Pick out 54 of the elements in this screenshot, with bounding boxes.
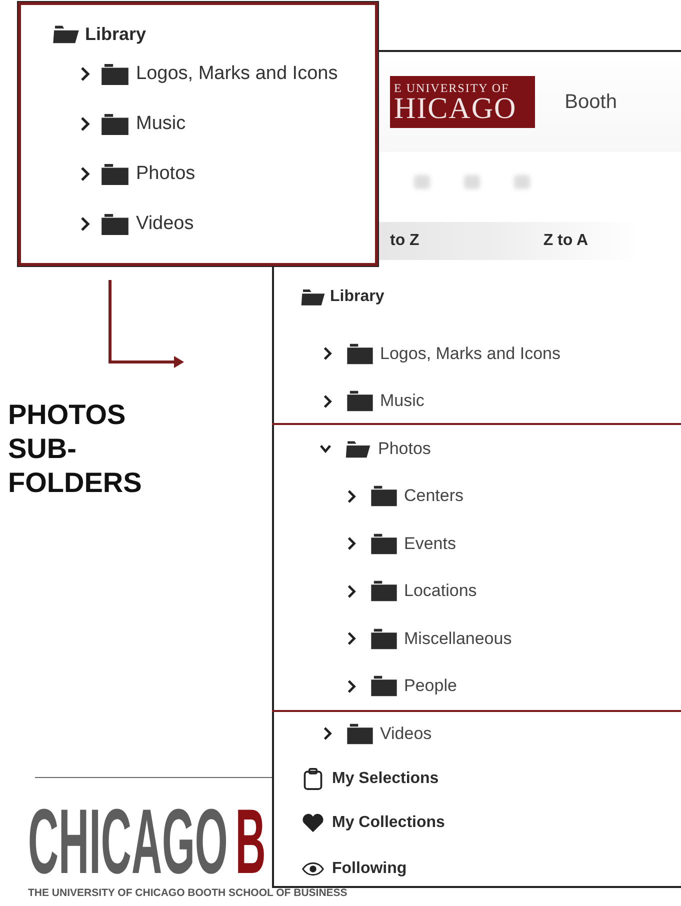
folder-label[interactable]: Videos xyxy=(380,724,432,744)
folder-icon xyxy=(101,112,129,136)
folder-label[interactable]: Library xyxy=(85,24,146,44)
open-folder-icon xyxy=(51,23,81,45)
folder-label[interactable]: Centers xyxy=(404,486,464,506)
folder-label[interactable]: Photos xyxy=(136,163,196,185)
folder-icon xyxy=(347,390,373,412)
logo: E UNIVERSITY OF HICAGO xyxy=(390,76,535,128)
folder-icon xyxy=(371,485,397,508)
chevron-right-icon[interactable] xyxy=(346,631,357,646)
chevron-right-icon[interactable] xyxy=(79,116,91,132)
chevron-right-icon[interactable] xyxy=(322,346,333,362)
wordmark-accent: B xyxy=(235,800,266,884)
folder-label[interactable]: Events xyxy=(404,534,456,554)
chevron-right-icon[interactable] xyxy=(346,584,357,599)
folder-label[interactable]: Music xyxy=(380,391,424,412)
chevron-right-icon[interactable] xyxy=(322,394,333,409)
menu-item[interactable]: My Collections xyxy=(332,814,445,832)
folder-label[interactable]: Locations xyxy=(404,581,477,602)
chevron-right-icon[interactable] xyxy=(346,678,357,694)
folder-icon xyxy=(371,628,397,650)
wordmark: CHICAGO xyxy=(28,800,228,884)
open-folder-icon xyxy=(300,287,326,307)
folder-label[interactable]: Logos, Marks and Icons xyxy=(136,63,338,85)
chevron-right-icon[interactable] xyxy=(79,66,91,82)
sort-option[interactable]: to Z xyxy=(390,232,420,250)
menu-item[interactable]: My Selections xyxy=(332,770,439,788)
heart-icon xyxy=(302,812,324,834)
chevron-right-icon[interactable] xyxy=(346,536,357,552)
clipboard-icon xyxy=(302,768,324,790)
folder-label[interactable]: Miscellaneous xyxy=(404,628,512,649)
chevron-right-icon[interactable] xyxy=(346,488,357,504)
chevron-right-icon[interactable] xyxy=(79,216,91,232)
brand-name: Booth xyxy=(564,90,617,114)
folder-label[interactable]: Music xyxy=(136,113,186,135)
tagline: THE UNIVERSITY OF CHICAGO BOOTH SCHOOL OF BUSINESS xyxy=(28,887,348,899)
folder-label[interactable]: Videos xyxy=(136,213,194,235)
folder-icon xyxy=(101,212,129,236)
sort-option[interactable]: Z to A xyxy=(543,232,588,250)
folder-label[interactable]: People xyxy=(404,676,457,696)
folder-icon xyxy=(101,162,129,186)
folder-label[interactable]: Library xyxy=(330,288,384,306)
menu-item[interactable]: Following xyxy=(332,860,407,878)
folder-icon xyxy=(101,62,129,86)
folder-icon xyxy=(347,722,373,745)
folder-icon xyxy=(371,675,397,698)
folder-label[interactable]: Photos xyxy=(378,438,431,459)
chevron-right-icon[interactable] xyxy=(322,726,333,742)
caption: PHOTOS SUB-FOLDERS xyxy=(8,398,143,500)
chevron-right-icon[interactable] xyxy=(79,166,91,182)
folder-icon xyxy=(371,532,397,555)
folder-label[interactable]: Logos, Marks and Icons xyxy=(380,344,560,364)
folder-icon xyxy=(371,580,397,602)
folder-icon xyxy=(347,342,373,365)
